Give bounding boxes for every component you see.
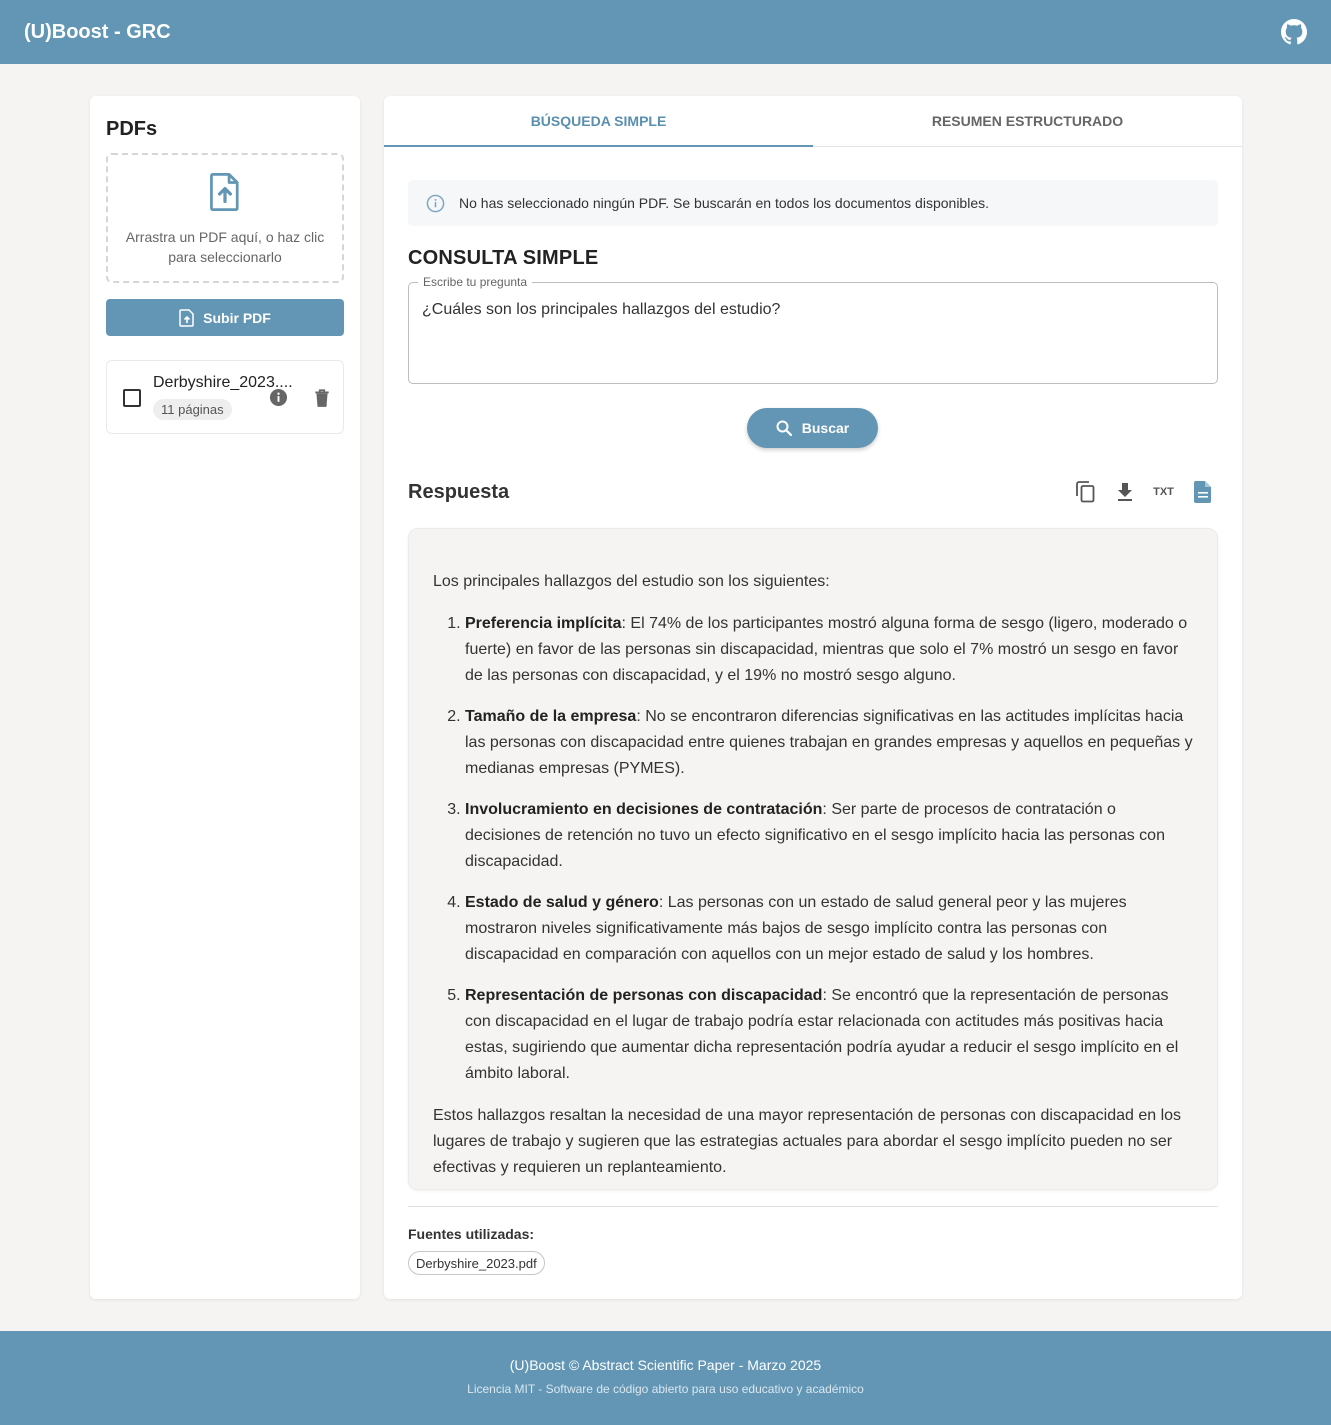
findings-list: Preferencia implícita: El 74% de los par… [433,611,1193,1087]
delete-icon[interactable] [313,388,331,408]
tab-busqueda-simple[interactable]: BÚSQUEDA SIMPLE [384,96,813,147]
alert-text: No has seleccionado ningún PDF. Se busca… [459,195,989,211]
question-label: Escribe tu pregunta [418,275,533,289]
search-button-label: Buscar [801,420,850,436]
download-button[interactable] [1105,477,1144,507]
file-item: Derbyshire_2023.... 11 páginas [106,360,344,434]
file-checkbox[interactable] [123,389,141,407]
github-icon[interactable] [1281,19,1307,45]
doc-export-button[interactable] [1183,477,1222,507]
tab-resumen-estructurado[interactable]: RESUMEN ESTRUCTURADO [813,96,1242,146]
finding-item: Involucramiento en decisiones de contrat… [465,797,1193,875]
app-title: (U)Boost - GRC [24,20,171,43]
file-upload-icon [210,173,239,211]
response-toolbar: TXT [1066,477,1222,507]
footer: (U)Boost © Abstract Scientific Paper - M… [0,1331,1331,1425]
main-panel: BÚSQUEDA SIMPLE RESUMEN ESTRUCTURADO No … [384,96,1242,1299]
dropzone-text: Arrastra un PDF aquí, o haz clic para se… [125,229,325,265]
source-chip[interactable]: Derbyshire_2023.pdf [408,1251,545,1275]
divider [408,1206,1218,1207]
question-input[interactable]: ¿Cuáles son los principales hallazgos de… [422,301,1202,371]
answer-conclusion: Estos hallazgos resaltan la necesidad de… [433,1107,1182,1176]
sources-label: Fuentes utilizadas: [408,1226,535,1242]
answer-intro: Los principales hallazgos del estudio so… [433,573,830,590]
info-icon[interactable] [269,388,288,407]
sidebar-title: PDFs [106,118,158,140]
answer-box: Los principales hallazgos del estudio so… [408,528,1218,1190]
file-upload-icon [179,308,194,327]
finding-title: Estado de salud y género [465,894,659,911]
footer-license: Licencia MIT - Software de código abiert… [467,1382,864,1396]
copy-button[interactable] [1066,477,1105,507]
info-alert: No has seleccionado ningún PDF. Se busca… [408,180,1218,226]
search-icon [776,420,792,436]
copy-icon [1075,481,1094,503]
query-section-title: CONSULTA SIMPLE [408,247,599,269]
pdf-sidebar: PDFs Arrastra un PDF aquí, o haz clic pa… [90,96,360,1299]
question-field: Escribe tu pregunta ¿Cuáles son los prin… [408,275,1218,384]
file-pages-badge: 11 páginas [153,399,232,420]
txt-export-button[interactable]: TXT [1144,477,1183,507]
search-button[interactable]: Buscar [747,408,878,448]
app-bar: (U)Boost - GRC [0,0,1331,64]
tab-bar: BÚSQUEDA SIMPLE RESUMEN ESTRUCTURADO [384,96,1242,147]
upload-pdf-label: Subir PDF [203,309,271,326]
finding-title: Representación de personas con discapaci… [465,987,823,1004]
document-icon [1193,481,1211,503]
footer-copyright: (U)Boost © Abstract Scientific Paper - M… [509,1357,822,1373]
finding-item: Preferencia implícita: El 74% de los par… [465,611,1193,689]
info-outline-icon [426,194,445,212]
finding-title: Tamaño de la empresa [465,708,637,725]
upload-pdf-button[interactable]: Subir PDF [106,299,344,336]
finding-title: Involucramiento en decisiones de contrat… [465,801,823,818]
finding-item: Estado de salud y género: Las personas c… [465,890,1193,968]
pdf-dropzone[interactable]: Arrastra un PDF aquí, o haz clic para se… [106,153,344,283]
finding-title: Preferencia implícita [465,615,622,632]
download-icon [1117,483,1132,501]
finding-item: Tamaño de la empresa: No se encontraron … [465,704,1193,782]
finding-item: Representación de personas con discapaci… [465,983,1193,1087]
response-title: Respuesta [408,481,510,503]
